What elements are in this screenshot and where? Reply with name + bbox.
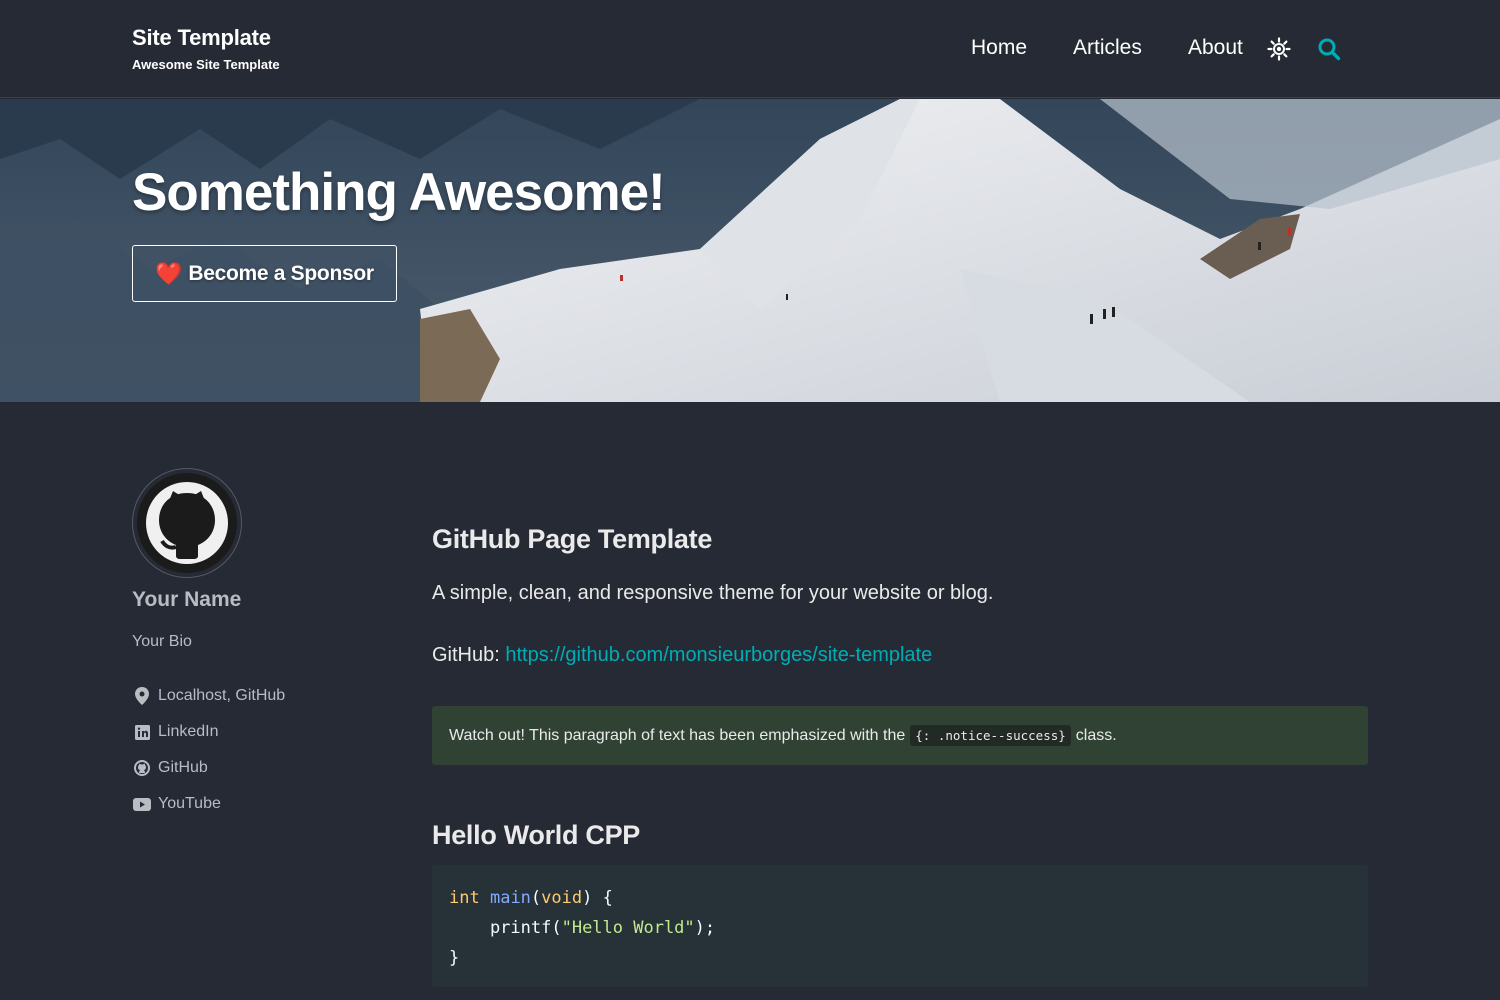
sponsor-button-label: Become a Sponsor bbox=[188, 261, 374, 285]
site-title-link[interactable]: Site Template bbox=[132, 25, 271, 51]
page-description: A simple, clean, and responsive theme fo… bbox=[432, 582, 994, 604]
code-block: int main(void) { printf("Hello World"); … bbox=[432, 865, 1368, 987]
github-prefix: GitHub: bbox=[432, 644, 506, 666]
github-url-link[interactable]: https://github.com/monsieurborges/site-t… bbox=[505, 644, 932, 666]
sun-icon[interactable] bbox=[1267, 37, 1291, 61]
page-heading: GitHub Page Template bbox=[432, 524, 713, 554]
linkedin-icon bbox=[132, 722, 152, 742]
github-link[interactable]: GitHub bbox=[132, 750, 285, 786]
avatar bbox=[132, 468, 242, 578]
code-keyword: int bbox=[449, 888, 480, 908]
youtube-label: YouTube bbox=[158, 795, 221, 812]
code-paren-open: ( bbox=[530, 888, 542, 908]
code-heading: Hello World CPP bbox=[432, 820, 641, 850]
search-icon[interactable] bbox=[1317, 37, 1341, 61]
code-string: "Hello World" bbox=[561, 918, 695, 938]
heart-icon: ❤️ bbox=[155, 260, 183, 286]
nav-home[interactable]: Home bbox=[971, 36, 1027, 60]
masthead: Site Template Awesome Site Template Home… bbox=[0, 0, 1500, 98]
code-line2-end: ); bbox=[694, 918, 716, 938]
linkedin-link[interactable]: LinkedIn bbox=[132, 714, 285, 750]
code-paren-close: ) { bbox=[582, 888, 613, 908]
notice-text-after: class. bbox=[1075, 726, 1117, 744]
author-location: Localhost, GitHub bbox=[132, 678, 285, 714]
linkedin-label: LinkedIn bbox=[158, 723, 219, 740]
github-octocat-icon bbox=[137, 473, 237, 573]
hero-title: Something Awesome! bbox=[132, 163, 666, 222]
nav-about[interactable]: About bbox=[1188, 36, 1243, 60]
youtube-icon bbox=[132, 794, 152, 814]
notice-text-before: Watch out! This paragraph of text has be… bbox=[449, 726, 906, 744]
become-sponsor-button[interactable]: ❤️ Become a Sponsor bbox=[132, 245, 397, 302]
youtube-link[interactable]: YouTube bbox=[132, 786, 285, 822]
author-links: Localhost, GitHub LinkedIn GitHub YouTub… bbox=[132, 678, 285, 822]
code-void: void bbox=[541, 888, 583, 908]
author-bio: Your Bio bbox=[132, 633, 192, 650]
code-function: main bbox=[489, 888, 531, 908]
github-label: GitHub bbox=[158, 759, 208, 776]
github-paragraph: GitHub: https://github.com/monsieurborge… bbox=[432, 644, 932, 667]
github-icon bbox=[132, 758, 152, 778]
notice-code: {: .notice--success} bbox=[910, 725, 1071, 746]
location-label: Localhost, GitHub bbox=[158, 687, 286, 704]
nav-articles[interactable]: Articles bbox=[1073, 36, 1142, 60]
code-printf: printf( bbox=[449, 918, 562, 938]
notice-success: Watch out! This paragraph of text has be… bbox=[432, 706, 1368, 765]
hero-banner: Something Awesome! ❤️ Become a Sponsor bbox=[0, 99, 1500, 402]
code-closing-brace: } bbox=[449, 948, 460, 968]
author-name: Your Name bbox=[132, 588, 242, 611]
site-subtitle: Awesome Site Template bbox=[132, 57, 280, 72]
map-marker-icon bbox=[132, 686, 152, 706]
